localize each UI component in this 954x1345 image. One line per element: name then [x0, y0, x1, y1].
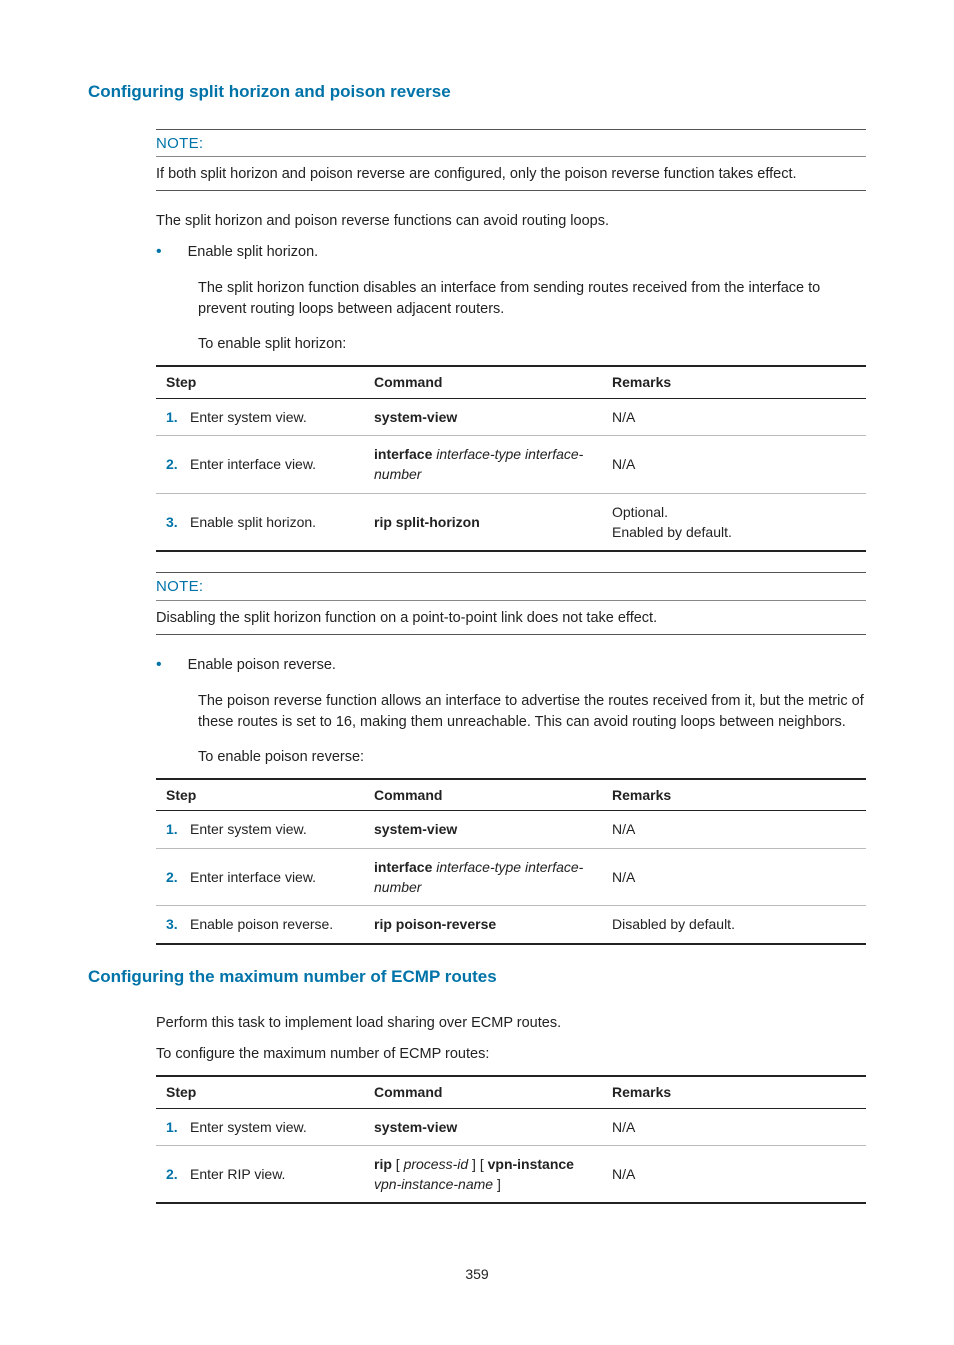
table-row: 2.Enter RIP view. rip [ process-id ] [ vp…	[156, 1145, 866, 1203]
col-remarks: Remarks	[612, 779, 866, 811]
step-desc: Enter interface view.	[190, 867, 316, 887]
command-cell: system-view	[374, 1108, 612, 1145]
step-number: 1.	[156, 819, 190, 839]
table-row: 3.Enable split horizon. rip split-horizon…	[156, 493, 866, 551]
remarks-cell: N/A	[612, 436, 866, 494]
col-command: Command	[374, 779, 612, 811]
remarks-cell: N/A	[612, 848, 866, 906]
bullet-lead: To enable poison reverse:	[198, 747, 866, 768]
col-command: Command	[374, 1076, 612, 1108]
bullet-label: Enable split horizon.	[188, 242, 866, 263]
step-number: 2.	[156, 867, 190, 887]
step-number: 2.	[156, 454, 190, 474]
step-number: 1.	[156, 407, 190, 427]
table-row: 3.Enable poison reverse. rip poison-rever…	[156, 906, 866, 944]
bullet-description: The split horizon function disables an i…	[198, 278, 866, 320]
table-split-horizon: Step Command Remarks 1.Enter system view…	[156, 365, 866, 552]
command-cell: interface interface-type interface-numbe…	[374, 436, 612, 494]
lead-text: To configure the maximum number of ECMP …	[156, 1044, 866, 1065]
step-desc: Enter system view.	[190, 407, 307, 427]
remarks-cell: Optional. Enabled by default.	[612, 493, 866, 551]
bullet-description: The poison reverse function allows an in…	[198, 691, 866, 733]
table-header-row: Step Command Remarks	[156, 779, 866, 811]
command-cell: interface interface-type interface-numbe…	[374, 848, 612, 906]
note-label: NOTE:	[156, 572, 866, 601]
col-step: Step	[156, 366, 374, 398]
section-heading-ecmp: Configuring the maximum number of ECMP r…	[88, 965, 866, 990]
intro-text: Perform this task to implement load shar…	[156, 1013, 866, 1034]
step-number: 1.	[156, 1117, 190, 1137]
step-desc: Enter RIP view.	[190, 1164, 285, 1184]
step-desc: Enter interface view.	[190, 454, 316, 474]
step-number: 2.	[156, 1164, 190, 1184]
table-header-row: Step Command Remarks	[156, 1076, 866, 1108]
note-label: NOTE:	[156, 129, 866, 158]
command-cell: system-view	[374, 811, 612, 848]
table-row: 2.Enter interface view. interface interfa…	[156, 848, 866, 906]
bullet-icon: •	[156, 655, 162, 676]
table-ecmp: Step Command Remarks 1.Enter system view…	[156, 1075, 866, 1204]
page-number: 359	[88, 1264, 866, 1284]
intro-text: The split horizon and poison reverse fun…	[156, 211, 866, 232]
remarks-cell: N/A	[612, 811, 866, 848]
step-number: 3.	[156, 512, 190, 532]
col-step: Step	[156, 779, 374, 811]
bullet-icon: •	[156, 242, 162, 263]
section-heading-split-horizon: Configuring split horizon and poison rev…	[88, 80, 866, 105]
note-block-1: NOTE: If both split horizon and poison r…	[156, 129, 866, 192]
step-desc: Enable split horizon.	[190, 512, 316, 532]
bullet-label: Enable poison reverse.	[188, 655, 866, 676]
col-command: Command	[374, 366, 612, 398]
step-desc: Enter system view.	[190, 819, 307, 839]
note-text: If both split horizon and poison reverse…	[156, 161, 866, 191]
step-desc: Enable poison reverse.	[190, 914, 333, 934]
step-desc: Enter system view.	[190, 1117, 307, 1137]
table-row: 1.Enter system view. system-viewN/A	[156, 1108, 866, 1145]
remarks-cell: N/A	[612, 1108, 866, 1145]
note-text: Disabling the split horizon function on …	[156, 605, 866, 635]
col-remarks: Remarks	[612, 366, 866, 398]
remarks-cell: N/A	[612, 1145, 866, 1203]
remarks-cell: Disabled by default.	[612, 906, 866, 944]
command-cell: rip poison-reverse	[374, 906, 612, 944]
table-row: 2.Enter interface view. interface interfa…	[156, 436, 866, 494]
col-remarks: Remarks	[612, 1076, 866, 1108]
table-row: 1.Enter system view. system-viewN/A	[156, 398, 866, 435]
bullet-lead: To enable split horizon:	[198, 334, 866, 355]
command-cell: system-view	[374, 398, 612, 435]
table-poison-reverse: Step Command Remarks 1.Enter system view…	[156, 778, 866, 944]
table-header-row: Step Command Remarks	[156, 366, 866, 398]
bullet-item-split-horizon: • Enable split horizon.	[156, 242, 866, 263]
bullet-item-poison-reverse: • Enable poison reverse.	[156, 655, 866, 676]
remarks-cell: N/A	[612, 398, 866, 435]
command-cell: rip [ process-id ] [ vpn-instance vpn-in…	[374, 1145, 612, 1203]
step-number: 3.	[156, 914, 190, 934]
note-block-2: NOTE: Disabling the split horizon functi…	[156, 572, 866, 635]
command-cell: rip split-horizon	[374, 493, 612, 551]
col-step: Step	[156, 1076, 374, 1108]
table-row: 1.Enter system view. system-viewN/A	[156, 811, 866, 848]
